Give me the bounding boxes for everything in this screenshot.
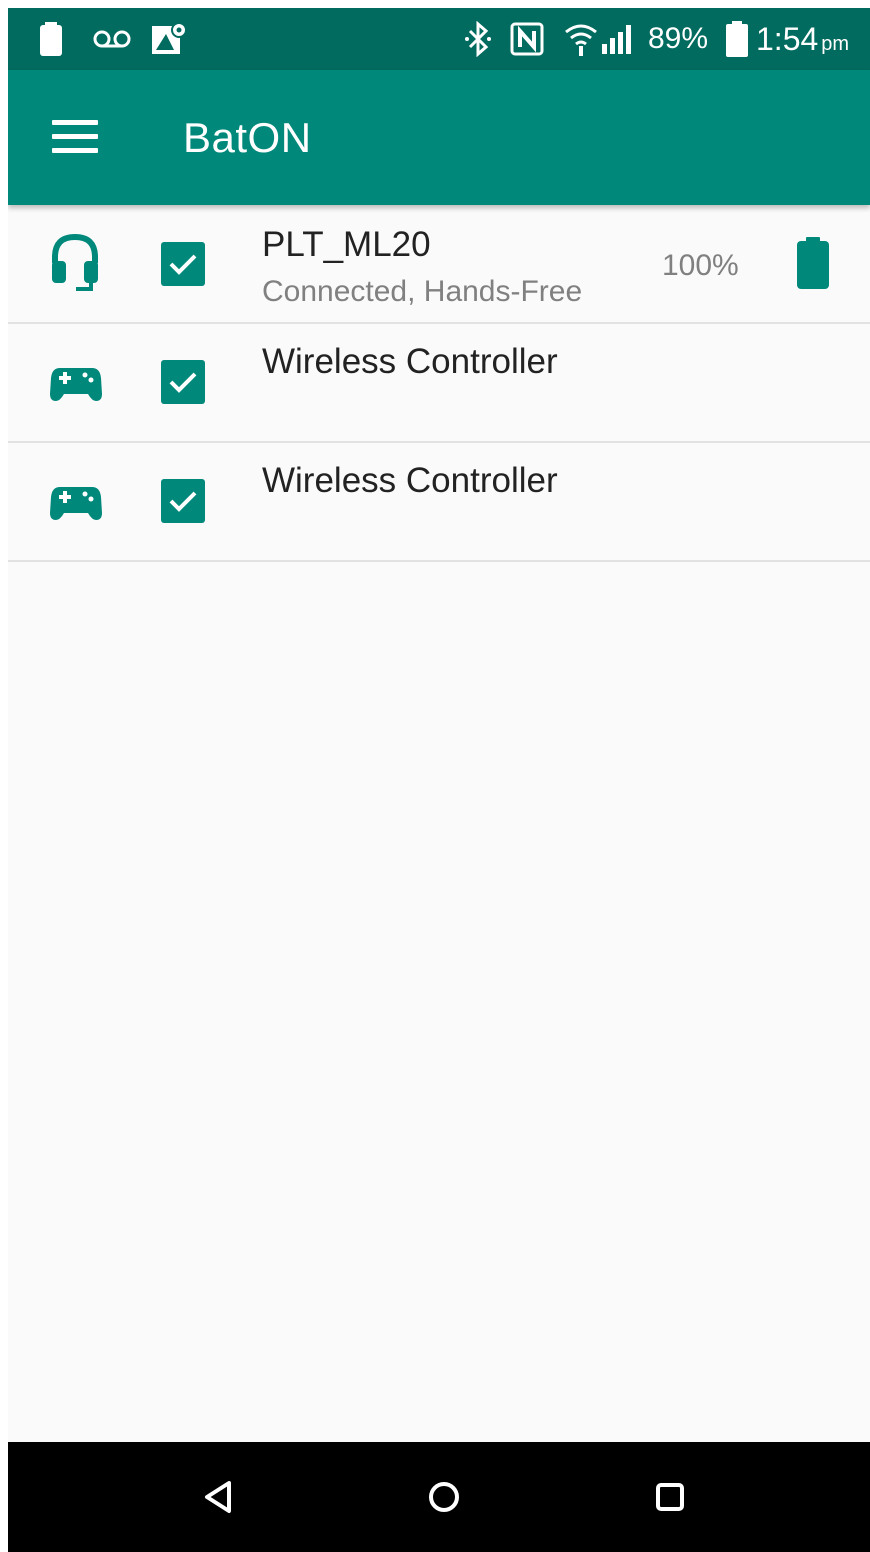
recents-icon [656, 1483, 684, 1511]
recents-button[interactable] [620, 1442, 720, 1552]
device-name: Wireless Controller [262, 342, 558, 381]
battery-icon [726, 8, 748, 70]
device-row[interactable]: PLT_ML20 Connected, Hands-Free 100% [8, 205, 870, 324]
gamepad-icon [50, 485, 102, 525]
app-bar: BatON [8, 70, 870, 205]
clock-ampm: pm [821, 32, 850, 55]
battery-percent: 89% [648, 22, 709, 55]
device-checkbox[interactable] [161, 479, 205, 523]
home-icon [429, 1482, 459, 1512]
clock-time: 1:54 [756, 20, 819, 57]
bluetooth-icon [464, 8, 492, 70]
maps-icon [152, 8, 188, 70]
gamepad-icon [50, 366, 102, 406]
device-row[interactable]: Wireless Controller [8, 324, 870, 443]
device-status: Connected, Hands-Free [262, 275, 583, 308]
device-row[interactable]: Wireless Controller [8, 443, 870, 562]
voicemail-icon [92, 8, 132, 70]
nav-bar [8, 1442, 870, 1552]
back-button[interactable] [168, 1442, 268, 1552]
device-checkbox[interactable] [161, 360, 205, 404]
battery-level: 100% [662, 249, 739, 282]
headset-icon [50, 233, 100, 297]
device-name: Wireless Controller [262, 461, 558, 500]
wifi-icon [564, 8, 598, 70]
battery-full-icon [797, 237, 829, 293]
nfc-icon [510, 8, 544, 70]
home-button[interactable] [394, 1442, 494, 1552]
cell-signal-icon [600, 8, 636, 70]
device-name: PLT_ML20 [262, 225, 431, 264]
battery-saver-icon [40, 8, 62, 70]
back-icon [205, 1481, 231, 1513]
status-bar: 89% 1:54 pm [8, 8, 870, 70]
screen: 89% 1:54 pm BatON PLT_ML20 Connected, Ha… [8, 8, 870, 1552]
device-checkbox[interactable] [161, 242, 205, 286]
menu-icon[interactable] [52, 120, 98, 154]
app-title: BatON [183, 114, 312, 161]
device-list: PLT_ML20 Connected, Hands-Free 100% Wire… [8, 205, 870, 562]
clock: 1:54 pm [756, 8, 849, 70]
